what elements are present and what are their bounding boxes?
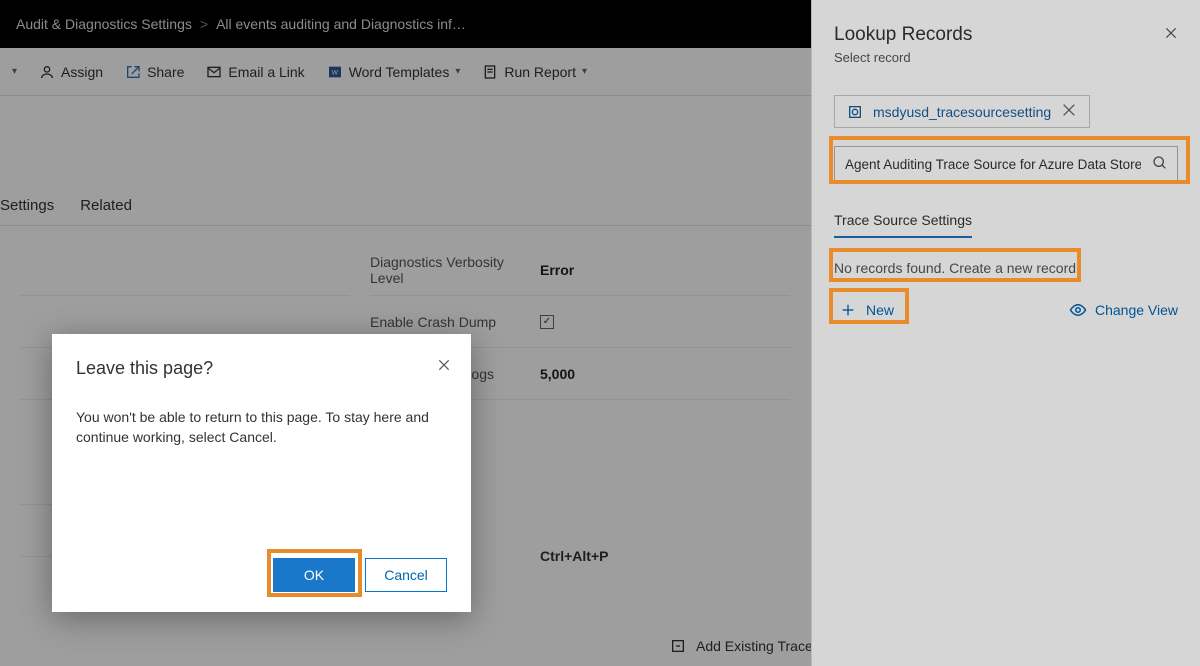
mail-icon (206, 64, 222, 80)
tab-related[interactable]: Related (80, 197, 132, 214)
section-header: Trace Source Settings (834, 212, 972, 238)
tab-settings[interactable]: Settings (0, 197, 54, 214)
leave-page-dialog: Leave this page? You won't be able to re… (52, 334, 471, 612)
chip-remove-button[interactable] (1061, 102, 1077, 121)
panel-subtitle: Select record (834, 50, 1178, 65)
run-report-label: Run Report (504, 64, 576, 80)
dialog-title: Leave this page? (76, 358, 447, 379)
lookup-panel: Lookup Records Select record msdyusd_tra… (811, 0, 1200, 666)
change-view-label: Change View (1095, 302, 1178, 318)
link-icon (670, 638, 686, 654)
cmd-dropdown-left[interactable]: ▾ (12, 66, 17, 77)
breadcrumb-separator: > (200, 16, 208, 32)
svg-text:W: W (331, 69, 338, 76)
dialog-close-button[interactable] (437, 358, 451, 377)
search-icon[interactable] (1152, 155, 1168, 176)
dialog-actions: OK Cancel (76, 558, 447, 592)
person-icon (39, 64, 55, 80)
word-icon: W (327, 64, 343, 80)
breadcrumb-root[interactable]: Audit & Diagnostics Settings (16, 16, 192, 32)
verbosity-row: Diagnostics Verbosity Level Error (370, 244, 790, 296)
entity-icon (847, 104, 863, 120)
panel-title: Lookup Records (834, 24, 1178, 46)
shortcut-text: Ctrl+Alt+P (540, 548, 608, 564)
panel-close-button[interactable] (1164, 26, 1178, 45)
report-icon (482, 64, 498, 80)
crash-dump-checkbox[interactable]: ✓ (540, 315, 554, 329)
share-label: Share (147, 64, 184, 80)
new-button-label: New (866, 302, 894, 318)
entity-chip-label: msdyusd_tracesourcesetting (873, 104, 1051, 120)
word-templates-button[interactable]: W Word Templates ▾ (327, 64, 461, 80)
close-icon (1061, 102, 1077, 118)
logs-value[interactable]: 5,000 (540, 366, 575, 382)
breadcrumb-current: All events auditing and Diagnostics inf… (216, 16, 466, 32)
verbosity-label: Diagnostics Verbosity Level (370, 254, 540, 286)
panel-actions: New Change View (834, 298, 1178, 322)
change-view-button[interactable]: Change View (1069, 301, 1178, 319)
search-box (834, 146, 1178, 182)
dialog-body: You won't be able to return to this page… (76, 407, 447, 448)
crash-dump-label: Enable Crash Dump (370, 314, 540, 330)
breadcrumb: Audit & Diagnostics Settings > All event… (16, 16, 466, 32)
assign-button[interactable]: Assign (39, 64, 103, 80)
email-link-button[interactable]: Email a Link (206, 64, 304, 80)
chevron-down-icon: ▾ (455, 66, 460, 77)
chevron-down-icon: ▾ (582, 66, 587, 77)
run-report-button[interactable]: Run Report ▾ (482, 64, 587, 80)
add-existing-label: Add Existing Trace (696, 638, 813, 654)
eye-icon (1069, 301, 1087, 319)
plus-icon (840, 302, 856, 318)
form-row (20, 244, 350, 296)
email-link-label: Email a Link (228, 64, 304, 80)
cancel-button[interactable]: Cancel (365, 558, 447, 592)
verbosity-value[interactable]: Error (540, 262, 574, 278)
share-icon (125, 64, 141, 80)
assign-label: Assign (61, 64, 103, 80)
no-results-text: No records found. Create a new record. (834, 260, 1178, 276)
chevron-down-icon: ▾ (12, 66, 17, 77)
close-icon (1164, 26, 1178, 40)
add-existing-trace[interactable]: Add Existing Trace (670, 638, 813, 654)
word-templates-label: Word Templates (349, 64, 450, 80)
new-button[interactable]: New (834, 298, 904, 322)
close-icon (437, 358, 451, 372)
ok-button[interactable]: OK (273, 558, 355, 592)
entity-chip[interactable]: msdyusd_tracesourcesetting (834, 95, 1090, 128)
share-button[interactable]: Share (125, 64, 184, 80)
search-input[interactable] (834, 146, 1178, 182)
